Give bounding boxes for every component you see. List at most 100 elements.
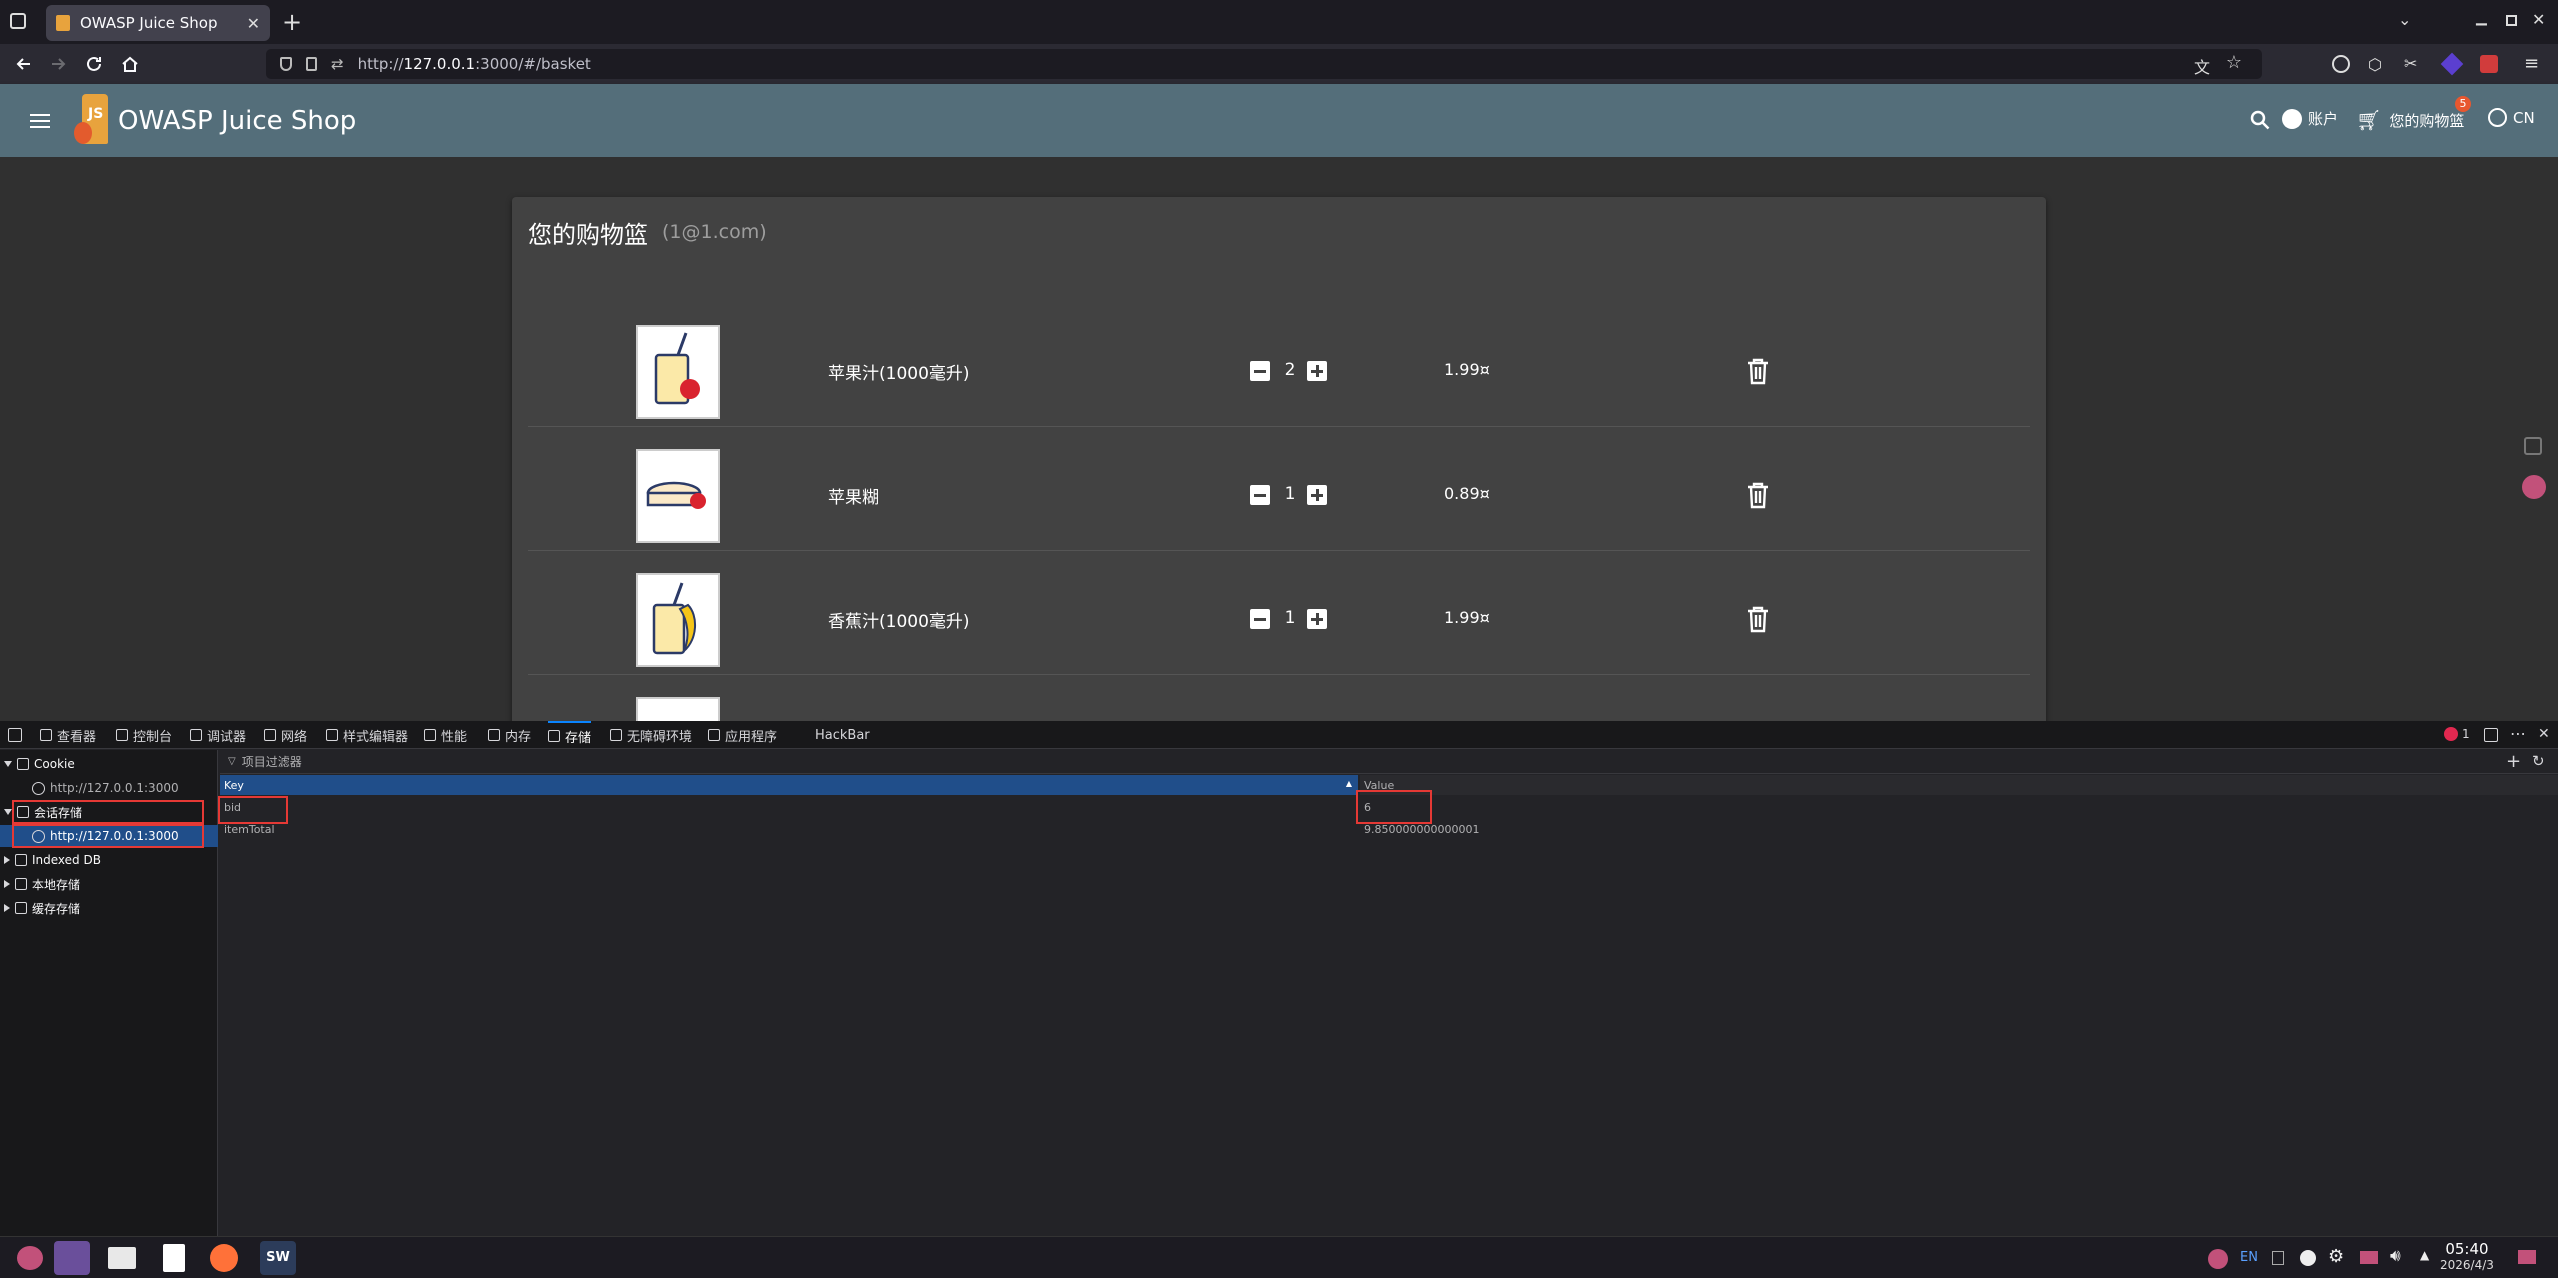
tab-memory[interactable]: 内存 — [488, 721, 531, 749]
performance-icon — [424, 729, 436, 741]
tab-hackbar[interactable]: HackBar — [800, 721, 870, 749]
close-devtools-icon[interactable]: ✕ — [2538, 726, 2550, 742]
search-icon[interactable] — [2250, 110, 2270, 130]
minimize-window-button[interactable]: ▁ — [2476, 10, 2487, 26]
system-clock[interactable]: 05:40 2026/4/3 — [2440, 1241, 2494, 1273]
side-widget-icon[interactable] — [2524, 437, 2542, 455]
new-tab-button[interactable]: + — [282, 8, 302, 36]
item-filter-input[interactable]: ▽ 项目过滤器 + ↻ — [220, 750, 2558, 774]
tree-label: http://127.0.0.1:3000 — [50, 781, 179, 795]
tab-performance[interactable]: 性能 — [424, 721, 467, 749]
shield-icon[interactable] — [280, 57, 292, 71]
increase-quantity-button[interactable] — [1307, 361, 1327, 381]
basket-button[interactable]: 🛒︎ 您的购物篮 — [2356, 108, 2464, 132]
tab-overflow-chevron-icon[interactable]: ⌄ — [2398, 10, 2411, 29]
account-circle-icon[interactable] — [2332, 55, 2350, 73]
translate-icon[interactable]: 文 — [2194, 54, 2210, 78]
tab-label: 存储 — [565, 730, 592, 746]
column-header-value[interactable]: Value — [1360, 775, 2558, 795]
page-info-icon[interactable] — [306, 57, 317, 71]
increase-quantity-button[interactable] — [1307, 485, 1327, 505]
file-manager-icon[interactable] — [104, 1241, 140, 1275]
mail-icon[interactable] — [2360, 1251, 2378, 1264]
error-count-badge[interactable]: 1 — [2444, 727, 2470, 741]
url-bar[interactable]: ⇄ http://127.0.0.1:3000/#/basket 文 ☆ — [266, 49, 2262, 79]
firefox-icon[interactable] — [206, 1241, 242, 1275]
error-icon — [2444, 727, 2458, 741]
delete-trash-icon[interactable] — [1746, 481, 1770, 509]
basket-item-row: 苹果糊 1 0.89¤ — [528, 427, 2030, 551]
tab-inspector[interactable]: 查看器 — [40, 721, 96, 749]
element-picker-icon[interactable] — [8, 728, 22, 742]
delete-trash-icon[interactable] — [1746, 357, 1770, 385]
network-icon — [264, 729, 276, 741]
decrease-quantity-button[interactable] — [1250, 361, 1270, 381]
system-taskbar: SW EN ⚙ 🔊︎ ▲ 05:40 2026/4/3 — [0, 1236, 2558, 1278]
burp-suite-icon[interactable]: SW — [260, 1241, 296, 1275]
decrease-quantity-button[interactable] — [1250, 609, 1270, 629]
tab-console[interactable]: 控制台 — [116, 721, 172, 749]
tools-icon[interactable]: ✂ — [2404, 54, 2417, 73]
text-editor-icon[interactable] — [156, 1241, 192, 1275]
tab-application[interactable]: 应用程序 — [708, 721, 777, 749]
refresh-icon[interactable]: ↻ — [2532, 752, 2545, 770]
extensions-icon[interactable]: ⬡ — [2368, 55, 2382, 74]
sidenav-menu-icon[interactable] — [30, 114, 50, 128]
add-item-icon[interactable]: + — [2506, 751, 2521, 772]
close-tab-icon[interactable]: ✕ — [247, 14, 260, 33]
tab-storage[interactable]: 存储 — [548, 721, 592, 749]
kali-menu-icon[interactable] — [12, 1241, 48, 1275]
clipboard-icon[interactable] — [2272, 1251, 2284, 1265]
product-name: 苹果汁(1000毫升) — [828, 364, 970, 384]
menu-hamburger-icon[interactable]: ≡ — [2524, 53, 2539, 74]
tab-list-icon[interactable] — [10, 13, 26, 29]
permissions-icon[interactable]: ⇄ — [331, 55, 344, 73]
back-arrow-icon[interactable] — [14, 54, 34, 74]
purple-extension-icon[interactable] — [2440, 52, 2464, 76]
record-icon[interactable] — [2300, 1250, 2316, 1266]
application-icon — [708, 729, 720, 741]
tree-local-storage[interactable]: 本地存储 — [4, 873, 80, 895]
home-icon[interactable] — [120, 54, 140, 74]
increase-quantity-button[interactable] — [1307, 609, 1327, 629]
tab-network[interactable]: 网络 — [264, 721, 307, 749]
tree-indexed-db[interactable]: Indexed DB — [4, 849, 101, 871]
tab-debugger[interactable]: 调试器 — [190, 721, 246, 749]
forward-arrow-icon[interactable] — [48, 54, 68, 74]
tree-cookie-host[interactable]: http://127.0.0.1:3000 — [32, 777, 179, 799]
tray-expand-icon[interactable]: ▲ — [2420, 1248, 2429, 1262]
url-text[interactable]: http://127.0.0.1:3000/#/basket — [358, 55, 591, 73]
expanded-arrow-icon — [4, 761, 12, 767]
annotation-box-session-host — [12, 824, 204, 848]
volume-icon[interactable]: 🔊︎ — [2390, 1246, 2401, 1266]
dock-side-icon[interactable] — [2484, 728, 2498, 742]
column-header-key[interactable]: Key ▲ — [220, 775, 1358, 795]
workspace-icon[interactable] — [54, 1241, 90, 1275]
reload-icon[interactable] — [84, 54, 104, 74]
red-extension-icon[interactable] — [2480, 55, 2498, 73]
maximize-window-button[interactable] — [2506, 15, 2517, 26]
tree-cache-storage[interactable]: 缓存存储 — [4, 897, 80, 919]
juice-shop-logo-icon[interactable]: JS — [74, 94, 114, 148]
tree-cookie[interactable]: Cookie — [4, 753, 75, 775]
more-options-icon[interactable]: ⋯ — [2510, 724, 2526, 743]
item-quantity: 2 — [1284, 360, 1296, 380]
clock-time: 05:40 — [2445, 1240, 2489, 1258]
ime-app-icon[interactable] — [2208, 1249, 2228, 1269]
close-window-button[interactable]: ✕ — [2532, 10, 2545, 29]
decrease-quantity-button[interactable] — [1250, 485, 1270, 505]
delete-trash-icon[interactable] — [1746, 605, 1770, 633]
app-title[interactable]: OWASP Juice Shop — [118, 106, 356, 136]
translate-widget-icon[interactable] — [2522, 475, 2546, 499]
ime-language[interactable]: EN — [2240, 1250, 2258, 1265]
browser-tab[interactable]: OWASP Juice Shop ✕ — [46, 5, 270, 41]
tab-style-editor[interactable]: 样式编辑器 — [326, 721, 408, 749]
account-button[interactable]: 账户 — [2282, 108, 2338, 129]
language-button[interactable]: CN — [2488, 108, 2535, 127]
item-price: 1.99¤ — [1444, 360, 1490, 379]
notification-icon[interactable] — [2518, 1250, 2536, 1264]
tab-accessibility[interactable]: 无障碍环境 — [610, 721, 692, 749]
bookmark-star-icon[interactable]: ☆ — [2226, 52, 2242, 73]
tab-label: 调试器 — [207, 729, 247, 745]
settings-gear-icon[interactable]: ⚙ — [2328, 1246, 2344, 1267]
